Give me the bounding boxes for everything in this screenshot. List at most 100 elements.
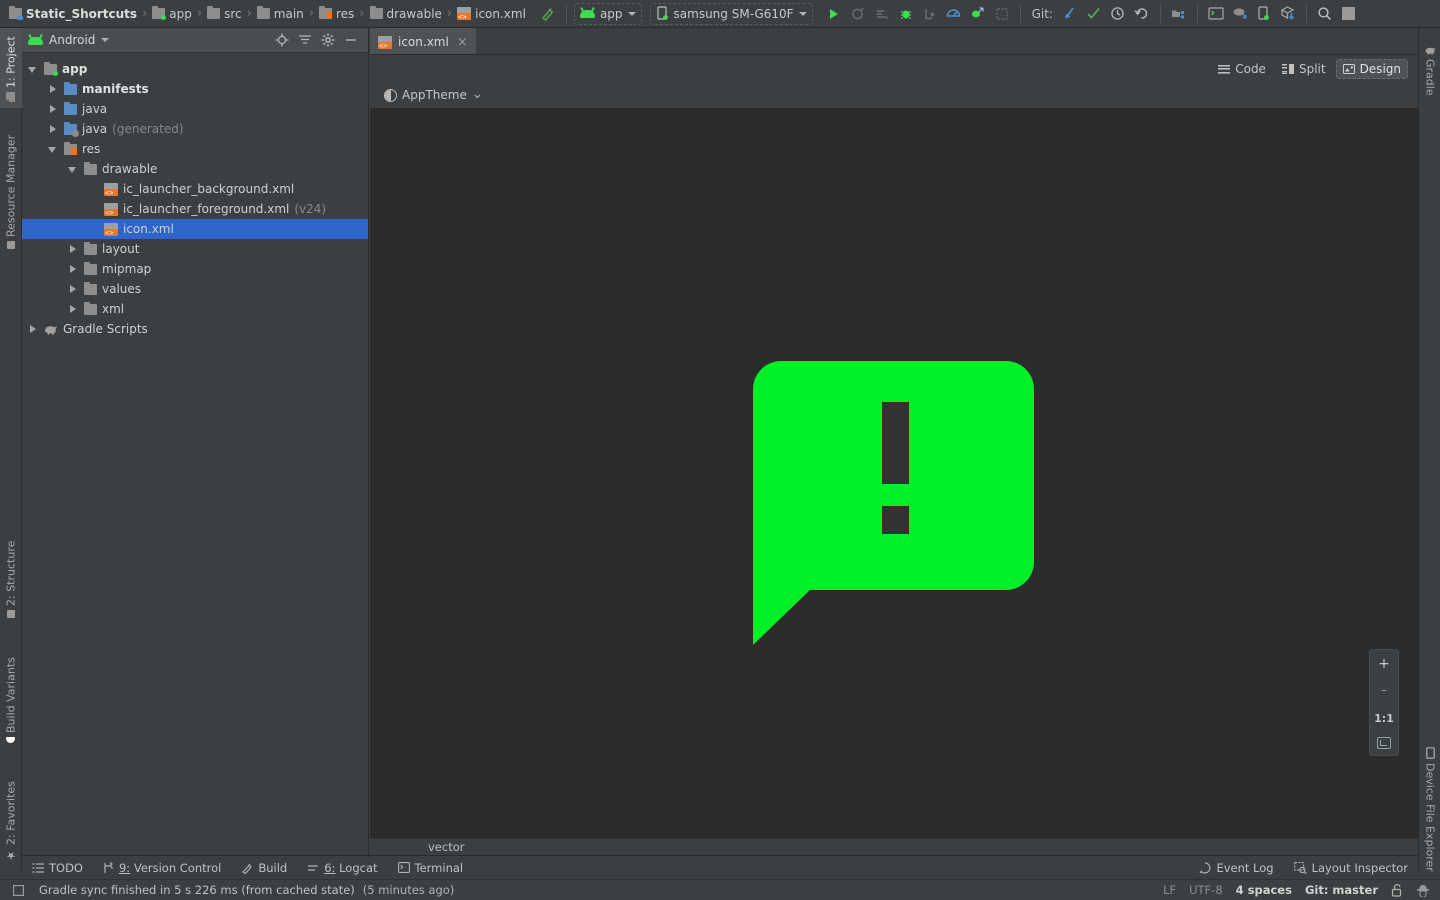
terminal-icon[interactable] xyxy=(1205,3,1227,25)
chevron-down-icon[interactable]: ⌄ xyxy=(472,91,483,99)
sidebar-item-resource-manager[interactable]: Resource Manager xyxy=(0,123,22,261)
search-icon[interactable] xyxy=(1314,3,1336,25)
sdk-download-icon[interactable] xyxy=(1277,3,1299,25)
tree-node-manifests[interactable]: manifests xyxy=(22,79,368,99)
chevron-down-icon[interactable] xyxy=(68,164,79,175)
tool-button-event-log[interactable]: Event Log xyxy=(1189,856,1283,880)
device-selector[interactable]: samsung SM-G610F xyxy=(650,3,813,25)
tree-node-ic-launcher-foreground-xml[interactable]: ic_launcher_foreground.xml(v24) xyxy=(22,199,368,219)
chevron-right-icon[interactable] xyxy=(28,324,39,335)
breadcrumb-item-drawable[interactable]: drawable xyxy=(367,4,445,24)
chevron-right-icon[interactable] xyxy=(68,304,79,315)
inspector-hat-icon[interactable] xyxy=(1416,884,1430,897)
sidebar-item-structure[interactable]: 2: Structure xyxy=(0,528,22,630)
chevron-right-icon[interactable] xyxy=(68,244,79,255)
tool-button-logcat[interactable]: 6: Logcat xyxy=(297,856,387,880)
sidebar-item-project[interactable]: 1: Project xyxy=(0,28,22,108)
profiler-icon[interactable] xyxy=(943,3,965,25)
left-tool-strip: 1: Project Resource Manager 2: Structure… xyxy=(0,28,22,871)
git-update-icon[interactable] xyxy=(1059,3,1081,25)
breadcrumb-item-res[interactable]: res xyxy=(316,4,357,24)
sidebar-item-favorites[interactable]: ★ 2: Favorites xyxy=(0,773,22,871)
breadcrumb-label: Static_Shortcuts xyxy=(26,7,137,21)
project-structure-icon[interactable] xyxy=(1168,3,1190,25)
device-manager-icon[interactable] xyxy=(1253,3,1275,25)
run-with-coverage-icon[interactable] xyxy=(919,3,941,25)
tree-node-ic-launcher-background-xml[interactable]: ic_launcher_background.xml xyxy=(22,179,368,199)
run-configuration-selector[interactable]: app xyxy=(574,3,642,25)
close-icon[interactable]: × xyxy=(457,35,468,50)
breadcrumb-separator: › xyxy=(245,6,254,21)
chevron-down-icon[interactable] xyxy=(48,144,59,155)
sidebar-item-gradle[interactable]: Gradle xyxy=(1419,32,1440,110)
select-opened-file-icon[interactable] xyxy=(275,33,289,47)
tab-code[interactable]: Code xyxy=(1212,59,1272,79)
editor-tab-icon-xml[interactable]: icon.xml × xyxy=(370,28,476,54)
sidebar-item-device-file-explorer[interactable]: Device File Explorer xyxy=(1419,738,1440,881)
sdk-manager-icon[interactable] xyxy=(991,3,1013,25)
lock-icon[interactable] xyxy=(1391,884,1403,897)
tool-button-todo[interactable]: TODO xyxy=(22,856,93,880)
chevron-down-icon[interactable] xyxy=(28,64,39,75)
tree-node-drawable[interactable]: drawable xyxy=(22,159,368,179)
theme-selector-label[interactable]: AppTheme xyxy=(402,88,467,102)
project-view-selector-label[interactable]: Android xyxy=(49,33,95,47)
tab-design[interactable]: Design xyxy=(1336,59,1408,79)
zoom-actual-size-button[interactable]: 1:1 xyxy=(1373,710,1395,726)
git-commit-icon[interactable] xyxy=(1083,3,1105,25)
status-message[interactable]: Gradle sync finished in 5 s 226 ms (from… xyxy=(39,883,355,897)
breadcrumb-item-static-shortcuts[interactable]: Static_Shortcuts xyxy=(6,4,140,24)
tree-node-app[interactable]: app xyxy=(22,59,368,79)
chevron-right-icon[interactable] xyxy=(48,124,59,135)
settings-gear-icon[interactable] xyxy=(321,33,335,47)
chevron-right-icon[interactable] xyxy=(68,264,79,275)
tree-node-icon-xml[interactable]: icon.xml xyxy=(22,219,368,239)
tool-button-terminal[interactable]: Terminal xyxy=(388,856,474,880)
line-separator-indicator[interactable]: LF xyxy=(1163,883,1176,897)
debug-icon[interactable] xyxy=(895,3,917,25)
layout-inspector-icon[interactable] xyxy=(1229,3,1251,25)
memory-indicator-icon[interactable] xyxy=(12,884,25,897)
tree-node-values[interactable]: values xyxy=(22,279,368,299)
preview-surface[interactable]: + – 1:1 xyxy=(370,108,1418,838)
avd-manager-icon[interactable] xyxy=(967,3,989,25)
chevron-right-icon[interactable] xyxy=(68,284,79,295)
chevron-right-icon[interactable] xyxy=(48,104,59,115)
zoom-to-fit-button[interactable] xyxy=(1377,737,1391,749)
collapse-all-icon[interactable] xyxy=(298,34,312,46)
indent-indicator[interactable]: 4 spaces xyxy=(1236,883,1292,897)
attach-debugger-icon[interactable] xyxy=(847,3,869,25)
zoom-in-button[interactable]: + xyxy=(1373,656,1395,672)
make-project-icon[interactable] xyxy=(537,3,559,25)
version-control-icon xyxy=(103,862,114,874)
speech-bubble-icon xyxy=(753,361,1034,645)
hide-panel-icon[interactable] xyxy=(344,34,358,46)
breadcrumb-item-main[interactable]: main xyxy=(254,4,307,24)
tree-node-mipmap[interactable]: mipmap xyxy=(22,259,368,279)
sidebar-item-build-variants[interactable]: Build Variants xyxy=(0,643,22,759)
encoding-indicator[interactable]: UTF-8 xyxy=(1189,883,1223,897)
tool-button-layout-inspector[interactable]: Layout Inspector xyxy=(1284,856,1418,880)
tree-node-java[interactable]: java xyxy=(22,99,368,119)
tree-node-xml[interactable]: xml xyxy=(22,299,368,319)
tool-button-build[interactable]: Build xyxy=(231,856,297,880)
breadcrumb-item-app[interactable]: app xyxy=(149,4,195,24)
chevron-right-icon[interactable] xyxy=(48,84,59,95)
zoom-out-button[interactable]: – xyxy=(1373,683,1395,699)
chevron-down-icon[interactable] xyxy=(101,38,109,42)
tree-node-gradle-scripts[interactable]: Gradle Scripts xyxy=(22,319,368,339)
apply-changes-icon[interactable] xyxy=(871,3,893,25)
branch-indicator[interactable]: Git: master xyxy=(1305,883,1378,897)
git-history-icon[interactable] xyxy=(1107,3,1129,25)
stop-icon[interactable] xyxy=(1338,3,1360,25)
tab-split[interactable]: Split xyxy=(1276,59,1332,79)
run-icon[interactable] xyxy=(823,3,845,25)
tree-node-java[interactable]: java(generated) xyxy=(22,119,368,139)
breadcrumb-item-src[interactable]: src xyxy=(204,4,245,24)
git-revert-icon[interactable] xyxy=(1131,3,1153,25)
tree-node-layout[interactable]: layout xyxy=(22,239,368,259)
breadcrumb-item-icon-xml[interactable]: icon.xml xyxy=(454,4,529,24)
tool-button-version-control[interactable]: 9: Version Control xyxy=(93,856,231,880)
tree-node-res[interactable]: res xyxy=(22,139,368,159)
tool-button-label: Event Log xyxy=(1216,861,1273,875)
